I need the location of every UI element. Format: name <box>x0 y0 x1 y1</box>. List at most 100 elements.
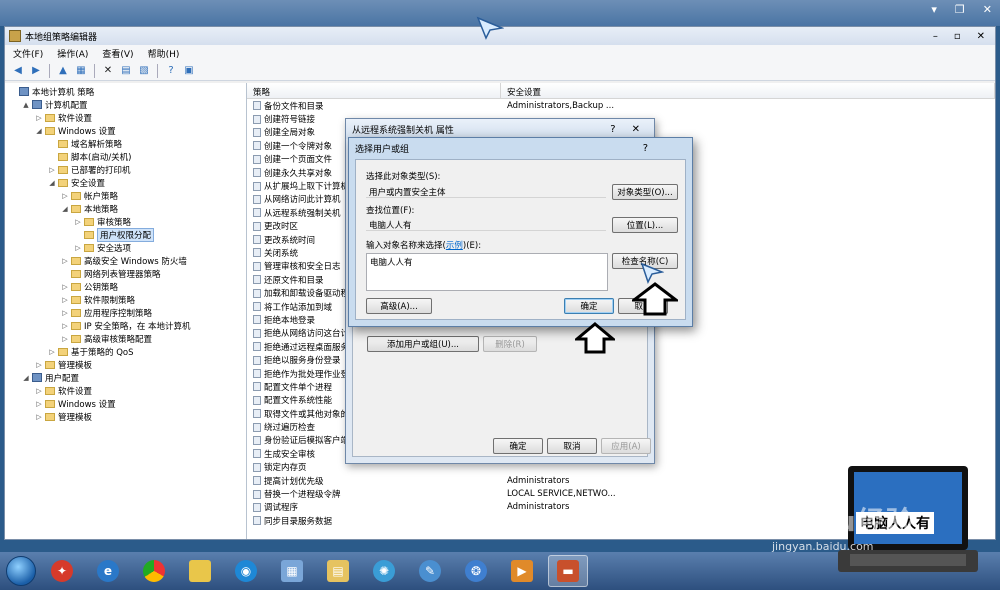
apply-button[interactable]: 应用(A) <box>601 438 651 454</box>
tree-item[interactable]: ▲ 计算机配置 <box>5 98 246 111</box>
restore-icon[interactable]: ❐ <box>955 3 965 16</box>
tree-item[interactable]: 域名解析策略 <box>5 137 246 150</box>
menu-bar: 文件(F) 操作(A) 查看(V) 帮助(H) <box>5 45 995 61</box>
expand-arrow-icon[interactable]: ▷ <box>48 166 56 174</box>
object-types-button[interactable]: 对象类型(O)... <box>612 184 678 200</box>
tree-item[interactable]: ◢ 本地策略 <box>5 202 246 215</box>
expand-arrow-icon[interactable]: ▷ <box>61 335 69 343</box>
tree-item[interactable]: 本地计算机 策略 <box>5 85 246 98</box>
taskbar-app-icon[interactable]: ❂ <box>456 555 496 587</box>
minimize-icon[interactable]: – <box>933 31 938 42</box>
object-names-input[interactable]: 电脑人人有 <box>366 253 608 291</box>
ok-button[interactable]: 确定 <box>564 298 614 314</box>
expand-arrow-icon[interactable]: ◢ <box>48 179 56 187</box>
expand-arrow-icon[interactable]: ▷ <box>35 361 43 369</box>
close-icon[interactable]: ✕ <box>983 3 992 16</box>
taskbar-app-icon[interactable]: ▬ <box>548 555 588 587</box>
expand-arrow-icon[interactable]: ▷ <box>48 348 56 356</box>
tree-item[interactable]: ▷ 软件设置 <box>5 384 246 397</box>
menu-action[interactable]: 操作(A) <box>57 47 88 60</box>
tree-item[interactable]: ▷ Windows 设置 <box>5 397 246 410</box>
cancel-button[interactable]: 取消 <box>547 438 597 454</box>
maximize-icon[interactable]: ▫ <box>954 31 961 42</box>
taskbar-app-icon[interactable]: ▤ <box>318 555 358 587</box>
menu-help[interactable]: 帮助(H) <box>148 47 180 60</box>
minimize-icon[interactable]: ▾ <box>931 3 937 16</box>
advanced-button[interactable]: 高级(A)... <box>366 298 432 314</box>
expand-arrow-icon[interactable]: ▷ <box>61 192 69 200</box>
tree-item[interactable]: ◢ 用户配置 <box>5 371 246 384</box>
menu-file[interactable]: 文件(F) <box>13 47 43 60</box>
tree-item[interactable]: 用户权限分配 <box>5 227 246 242</box>
app-icon <box>9 30 21 42</box>
tree-item[interactable]: ▷ 帐户策略 <box>5 189 246 202</box>
desktop-window-controls: ▾ ❐ ✕ <box>931 3 992 16</box>
forward-icon[interactable]: ▶ <box>29 64 43 78</box>
remove-button[interactable]: 删除(R) <box>483 336 537 352</box>
help-icon[interactable]: ? <box>610 124 615 135</box>
expand-arrow-icon[interactable]: ▷ <box>35 387 43 395</box>
export-icon[interactable]: ▧ <box>137 64 151 78</box>
up-folder-icon[interactable]: ▲ <box>56 64 70 78</box>
tree-item[interactable]: ▷ 管理模板 <box>5 410 246 423</box>
expand-arrow-icon[interactable]: ▷ <box>61 322 69 330</box>
examples-link[interactable]: 示例 <box>446 241 463 251</box>
expand-arrow-icon[interactable]: ▷ <box>74 218 82 226</box>
column-header-setting[interactable]: 安全设置 <box>501 83 995 98</box>
show-hide-tree-icon[interactable]: ▦ <box>74 64 88 78</box>
policy-icon <box>253 235 261 245</box>
expand-arrow-icon[interactable]: ▷ <box>61 283 69 291</box>
tree-item[interactable]: 网络列表管理器策略 <box>5 267 246 280</box>
delete-icon[interactable]: ✕ <box>101 64 115 78</box>
tree-item[interactable]: ▷ 审核策略 <box>5 215 246 228</box>
tree-item[interactable]: ▷ 软件限制策略 <box>5 293 246 306</box>
tree-item[interactable]: ▷ 基于策略的 QoS <box>5 345 246 358</box>
column-header-policy[interactable]: 策略 <box>247 83 501 98</box>
taskbar-app-icon[interactable]: ▦ <box>272 555 312 587</box>
close-icon[interactable]: ✕ <box>977 31 985 42</box>
taskbar-app-icon[interactable]: e <box>88 555 128 587</box>
tree-item[interactable]: ▷ 管理模板 <box>5 358 246 371</box>
expand-arrow-icon[interactable]: ▷ <box>35 400 43 408</box>
taskbar-app-icon[interactable]: ◉ <box>226 555 266 587</box>
expand-arrow-icon[interactable]: ▷ <box>35 114 43 122</box>
tree-item[interactable]: 脚本(启动/关机) <box>5 150 246 163</box>
taskbar-app-icon[interactable]: ▶ <box>502 555 542 587</box>
tree-item[interactable]: ▷ 软件设置 <box>5 111 246 124</box>
help-icon[interactable]: ? <box>164 64 178 78</box>
add-user-button[interactable]: 添加用户或组(U)... <box>367 336 479 352</box>
tree-item[interactable]: ▷ 已部署的打印机 <box>5 163 246 176</box>
expand-arrow-icon[interactable]: ▷ <box>61 296 69 304</box>
tree-item[interactable]: ◢ Windows 设置 <box>5 124 246 137</box>
locations-button[interactable]: 位置(L)... <box>612 217 678 233</box>
console-icon[interactable]: ▣ <box>182 64 196 78</box>
expand-arrow-icon[interactable]: ▷ <box>74 244 82 252</box>
properties-icon[interactable]: ▤ <box>119 64 133 78</box>
tree-item[interactable]: ▷ 高级安全 Windows 防火墙 <box>5 254 246 267</box>
menu-view[interactable]: 查看(V) <box>102 47 133 60</box>
back-icon[interactable]: ◀ <box>11 64 25 78</box>
taskbar-app-icon[interactable]: ✎ <box>410 555 450 587</box>
tree-item[interactable]: ▷ 应用程序控制策略 <box>5 306 246 319</box>
expand-arrow-icon[interactable]: ▷ <box>35 413 43 421</box>
start-button[interactable] <box>6 556 36 586</box>
ok-button[interactable]: 确定 <box>493 438 543 454</box>
expand-arrow-icon[interactable]: ◢ <box>61 205 69 213</box>
tree-item[interactable]: ▷ 高级审核策略配置 <box>5 332 246 345</box>
help-icon[interactable]: ? <box>643 143 692 154</box>
expand-arrow-icon[interactable]: ◢ <box>35 127 43 135</box>
close-icon[interactable]: ✕ <box>632 124 640 135</box>
tree-item[interactable]: ▷ 安全选项 <box>5 241 246 254</box>
expand-arrow-icon[interactable]: ▷ <box>61 257 69 265</box>
taskbar-app-icon[interactable] <box>180 555 220 587</box>
tree-item[interactable]: ▷ IP 安全策略，在 本地计算机 <box>5 319 246 332</box>
taskbar-app-icon[interactable] <box>134 555 174 587</box>
tree-item[interactable]: ◢ 安全设置 <box>5 176 246 189</box>
expand-arrow-icon[interactable]: ▲ <box>22 101 30 109</box>
tree-item[interactable]: ▷ 公钥策略 <box>5 280 246 293</box>
taskbar-app-icon[interactable]: ✺ <box>364 555 404 587</box>
policy-row[interactable]: 备份文件和目录 Administrators,Backup ... <box>247 99 995 112</box>
taskbar-app-icon[interactable]: ✦ <box>42 555 82 587</box>
expand-arrow-icon[interactable]: ▷ <box>61 309 69 317</box>
expand-arrow-icon[interactable]: ◢ <box>22 374 30 382</box>
